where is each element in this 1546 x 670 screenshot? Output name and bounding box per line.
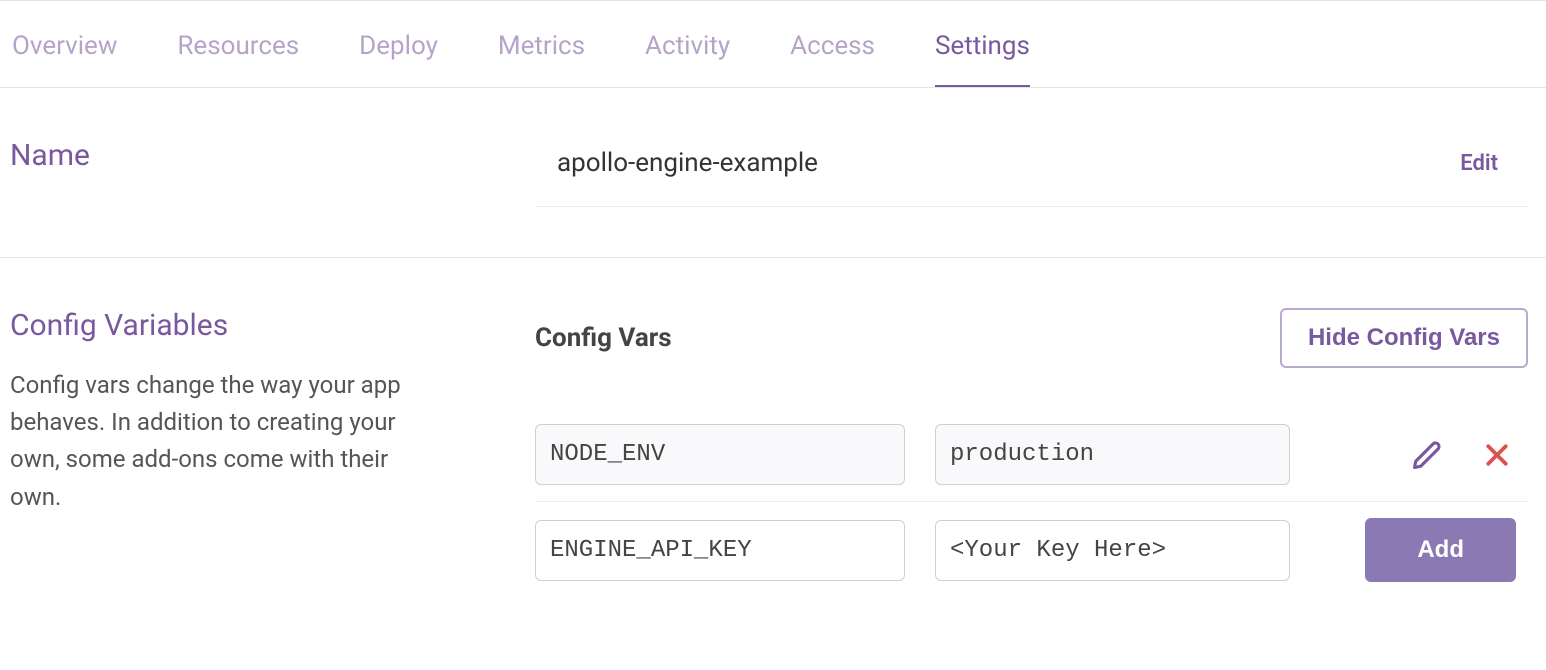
hide-config-vars-button[interactable]: Hide Config Vars [1280,308,1528,368]
tab-metrics[interactable]: Metrics [498,31,585,87]
nav-tabs: Overview Resources Deploy Metrics Activi… [0,0,1546,88]
tab-resources[interactable]: Resources [177,31,299,87]
config-section: Config Variables Config vars change the … [0,258,1546,648]
tab-overview[interactable]: Overview [12,31,117,87]
name-section-title: Name [10,138,535,173]
new-config-var-key-input[interactable] [535,520,905,581]
tab-activity[interactable]: Activity [645,31,730,87]
edit-icon[interactable] [1412,440,1442,470]
config-var-new-row: Add [535,502,1528,598]
config-vars-header: Config Vars [535,323,672,353]
new-config-var-value-input[interactable] [935,520,1290,581]
tab-settings[interactable]: Settings [935,31,1030,87]
name-section: Name apollo-engine-example Edit [0,88,1546,258]
config-var-value-input[interactable] [935,424,1290,485]
add-config-var-button[interactable]: Add [1365,518,1516,582]
config-var-key-input[interactable] [535,424,905,485]
config-section-description: Config vars change the way your app beha… [10,367,430,516]
tab-deploy[interactable]: Deploy [359,31,438,87]
delete-icon[interactable] [1482,440,1512,470]
edit-name-button[interactable]: Edit [1460,151,1498,176]
config-var-row [535,408,1528,502]
tab-access[interactable]: Access [790,31,875,87]
app-name-value: apollo-engine-example [557,148,818,178]
config-section-title: Config Variables [10,308,535,343]
